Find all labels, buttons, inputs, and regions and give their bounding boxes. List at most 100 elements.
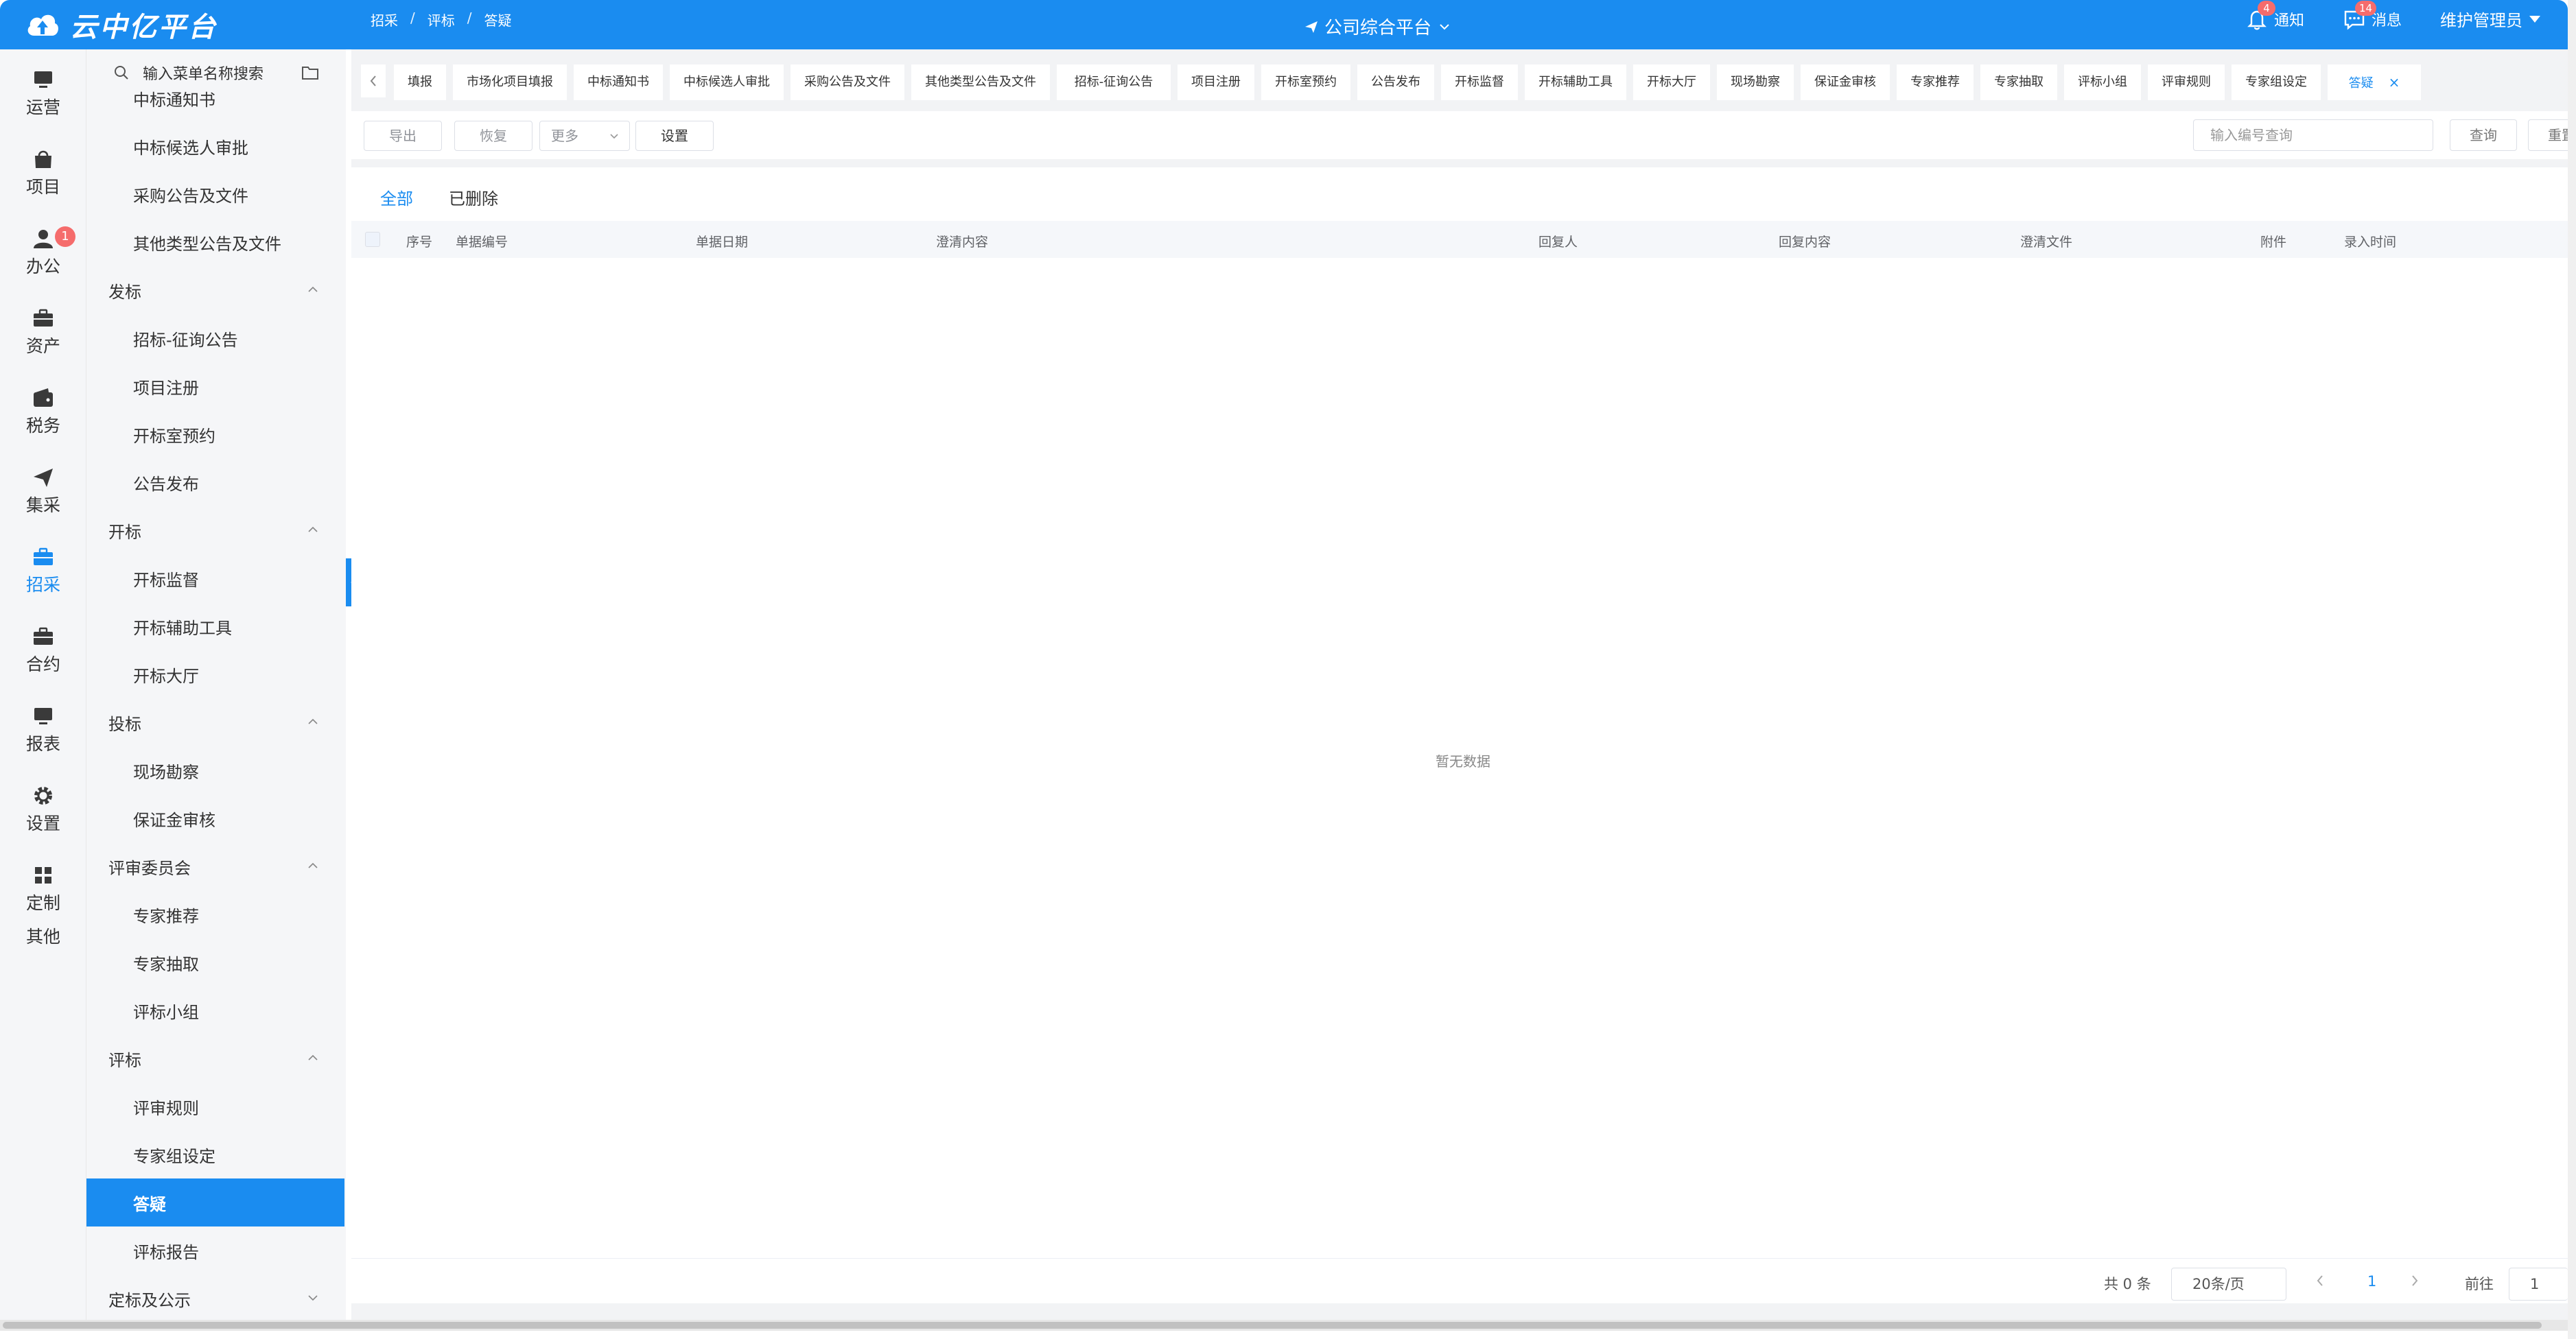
menu-item[interactable]: 专家抽取 <box>86 938 346 986</box>
menu-item-label: 开标监督 <box>133 570 199 590</box>
tab-item[interactable]: 填报 <box>394 64 446 100</box>
restore-button[interactable]: 恢复 <box>454 121 532 151</box>
tab-item[interactable]: 其他类型公告及文件 <box>911 64 1050 100</box>
rail-item-custom[interactable]: 定制 <box>0 856 86 922</box>
rail-item-assets[interactable]: 资产 <box>0 299 86 365</box>
tab-all[interactable]: 全部 <box>380 185 413 209</box>
platform-name: 公司综合平台 <box>1324 18 1432 38</box>
menu-item[interactable]: 专家推荐 <box>86 890 346 938</box>
logo[interactable]: 云中亿平台 <box>25 5 218 44</box>
menu-item[interactable]: 项目注册 <box>86 362 346 410</box>
rail-item-other[interactable]: 其他 <box>0 915 86 956</box>
breadcrumb-item[interactable]: 评标 <box>428 10 455 29</box>
breadcrumb-item[interactable]: 招采 <box>371 10 398 29</box>
menu-group[interactable]: 评审委员会 <box>86 842 346 890</box>
menu-group[interactable]: 评标 <box>86 1034 346 1082</box>
rail-item-contracts[interactable]: 合约 <box>0 617 86 683</box>
tab-item[interactable]: 保证金审核 <box>1801 64 1890 100</box>
tab-item[interactable]: 开标室预约 <box>1261 64 1350 100</box>
user-menu[interactable]: 维护管理员 <box>2440 7 2540 31</box>
rail-item-settings[interactable]: 设置 <box>0 777 86 842</box>
rail-item-office[interactable]: 1 办公 <box>0 220 86 285</box>
platform-selector[interactable]: 公司综合平台 <box>1304 14 1452 39</box>
menu-group[interactable]: 发标 <box>86 266 346 314</box>
goto-page-input[interactable]: 1 <box>2509 1268 2568 1301</box>
menu-item[interactable]: 评标报告 <box>86 1227 346 1275</box>
menu-item[interactable]: 开标大厅 <box>86 650 346 698</box>
menu-item-label: 专家抽取 <box>133 954 199 974</box>
tab-item[interactable]: 现场勘察 <box>1717 64 1794 100</box>
menu-item-label: 评审规则 <box>133 1098 199 1118</box>
rail-item-centralized-purchase[interactable]: 集采 <box>0 458 86 524</box>
code-search-input[interactable]: 输入编号查询 <box>2193 119 2433 151</box>
content-panel: 全部 已删除 序号 单据编号 单据日期 澄清内容 回复人 回复内容 澄清文件 附… <box>351 167 2568 1303</box>
rail-item-tendering[interactable]: 招采 <box>0 538 86 604</box>
tab-label: 专家推荐 <box>1910 75 1960 89</box>
tab-item[interactable]: 评标小组 <box>2064 64 2141 100</box>
tab-bar: 填报 市场化项目填报 中标通知书 中标候选人审批 采购公告及文件 其他类型公告及文件 招标-… <box>351 56 2568 100</box>
tab-item[interactable]: 中标通知书 <box>574 64 663 100</box>
tab-label: 评标小组 <box>2078 75 2127 89</box>
rail-item-reports[interactable]: 报表 <box>0 697 86 763</box>
menu-group[interactable]: 投标 <box>86 698 346 746</box>
export-button[interactable]: 导出 <box>364 121 442 151</box>
menu-item-label: 专家推荐 <box>133 906 199 926</box>
tab-item[interactable]: 开标辅助工具 <box>1525 64 1626 100</box>
tab-item[interactable]: 评审规则 <box>2148 64 2225 100</box>
menu-group[interactable]: 开标 <box>86 506 346 554</box>
tab-item[interactable]: 答疑 × <box>2328 64 2421 100</box>
menu-item[interactable]: 评标小组 <box>86 986 346 1034</box>
menu-item[interactable]: 中标通知书 <box>86 74 346 122</box>
menu-item[interactable]: 开标辅助工具 <box>86 602 346 650</box>
notification-button[interactable]: 4 通知 <box>2245 0 2304 31</box>
menu-item[interactable]: 现场勘察 <box>86 746 346 794</box>
close-icon[interactable]: × <box>2389 74 2400 91</box>
tab-item[interactable]: 采购公告及文件 <box>791 64 904 100</box>
query-button[interactable]: 查询 <box>2450 119 2517 151</box>
scrollbar-thumb[interactable] <box>3 1322 2542 1329</box>
page-number-current[interactable]: 1 <box>2367 1273 2376 1290</box>
menu-item[interactable]: 评审规则 <box>86 1082 346 1130</box>
menu-item[interactable]: 采购公告及文件 <box>86 170 346 218</box>
sub-menu: 输入菜单名称搜索 中标通知书 中标候选人审批 采购公告及文件 其他类型公告及文件 发标招… <box>86 49 346 1320</box>
vertical-scrollbar[interactable] <box>2568 0 2576 1339</box>
tab-deleted[interactable]: 已删除 <box>449 185 498 209</box>
tab-item[interactable]: 公告发布 <box>1357 64 1434 100</box>
menu-item[interactable]: 专家组设定 <box>86 1130 346 1178</box>
rail-item-operations[interactable]: 运营 <box>0 60 86 126</box>
menu-item-label: 项目注册 <box>133 378 199 398</box>
settings-button[interactable]: 设置 <box>635 121 714 151</box>
menu-item[interactable]: 开标监督 <box>86 554 346 602</box>
tab-scroll-left[interactable] <box>361 64 386 97</box>
menu-item[interactable]: 中标候选人审批 <box>86 122 346 170</box>
menu-item[interactable]: 开标室预约 <box>86 410 346 458</box>
menu-item[interactable]: 招标-征询公告 <box>86 314 346 362</box>
next-page-button[interactable] <box>2410 1273 2420 1292</box>
rail-item-projects[interactable]: 项目 <box>0 140 86 206</box>
rail-item-tax[interactable]: 税务 <box>0 379 86 445</box>
tab-item[interactable]: 专家组设定 <box>2232 64 2321 100</box>
tab-item[interactable]: 中标候选人审批 <box>670 64 784 100</box>
horizontal-scrollbar[interactable] <box>0 1320 2568 1331</box>
module-rail: 运营 项目 1 办公 资产 税务 集采 招采 合约 报表 设置 定制 其他 <box>0 49 86 1320</box>
page-size-select[interactable]: 20条/页 <box>2171 1268 2286 1301</box>
menu-item[interactable]: 公告发布 <box>86 458 346 506</box>
prev-page-button[interactable] <box>2315 1273 2325 1292</box>
menu-item[interactable]: 保证金审核 <box>86 794 346 842</box>
tab-item[interactable]: 开标大厅 <box>1633 64 1710 100</box>
tab-item[interactable]: 开标监督 <box>1441 64 1518 100</box>
tab-item[interactable]: 招标-征询公告 <box>1057 64 1171 100</box>
tab-item[interactable]: 专家抽取 <box>1980 64 2057 100</box>
menu-item[interactable]: 其他类型公告及文件 <box>86 218 346 266</box>
message-button[interactable]: 14 消息 <box>2343 0 2402 31</box>
tab-item[interactable]: 市场化项目填报 <box>453 64 567 100</box>
tab-item[interactable]: 专家推荐 <box>1897 64 1974 100</box>
select-all-checkbox[interactable] <box>365 232 380 247</box>
more-dropdown[interactable]: 更多 <box>539 121 630 151</box>
tab-item[interactable]: 项目注册 <box>1178 64 1254 100</box>
column-header: 澄清内容 <box>936 235 989 250</box>
menu-group[interactable]: 定标及公示 <box>86 1275 346 1320</box>
menu-item[interactable]: 答疑 <box>86 1178 344 1227</box>
column-header: 回复内容 <box>1779 235 1831 250</box>
chevron-right-icon <box>2412 1275 2418 1286</box>
